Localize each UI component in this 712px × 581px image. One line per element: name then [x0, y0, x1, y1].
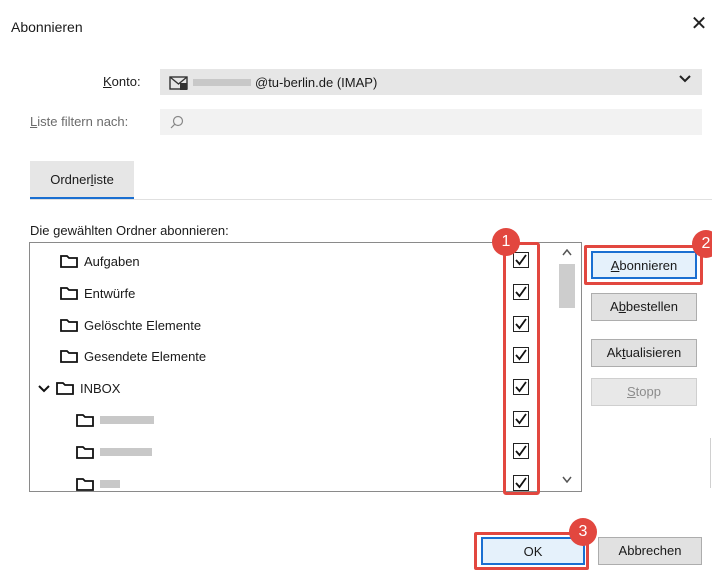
folder-icon [60, 286, 78, 300]
refresh-button[interactable]: Aktualisieren [591, 339, 697, 367]
tab-ordnerliste[interactable]: Ordnerliste [30, 161, 134, 199]
account-label: Konto: [103, 74, 141, 89]
folder-label: Entwürfe [84, 285, 136, 301]
filter-input[interactable] [160, 109, 702, 135]
list-item[interactable] [76, 437, 152, 467]
stop-button[interactable]: Stopp [591, 378, 697, 406]
folder-label: Gesendete Elemente [84, 348, 207, 364]
mail-account-icon [169, 75, 189, 94]
list-item[interactable]: Entwürfe [60, 278, 135, 308]
folder-list[interactable]: Aufgaben Entwürfe Gelöschte Elemente Ges… [29, 242, 582, 492]
folder-label: Aufgaben [84, 253, 140, 269]
folder-icon [76, 445, 94, 459]
filter-label: Liste filtern nach: [30, 114, 129, 129]
window-title: Abonnieren [11, 19, 83, 35]
folder-icon [56, 381, 74, 395]
search-icon [169, 114, 185, 133]
step-badge-3: 3 [569, 518, 597, 546]
folder-label: INBOX [80, 380, 121, 396]
list-header: Die gewählten Ordner abonnieren: [30, 223, 229, 238]
account-value: @tu-berlin.de (IMAP) [255, 75, 378, 90]
expand-chevron-icon[interactable] [38, 381, 52, 396]
redacted-folder-name [100, 448, 152, 456]
redacted-folder-name [100, 480, 120, 488]
tab-divider [30, 199, 712, 200]
scrollbar[interactable] [556, 243, 581, 491]
scrollbar-thumb[interactable] [559, 264, 575, 308]
close-icon[interactable]: ✕ [688, 13, 710, 35]
folder-icon [60, 349, 78, 363]
checkbox-highlight [503, 242, 540, 495]
list-item[interactable] [76, 469, 120, 491]
list-item[interactable]: INBOX [38, 373, 120, 403]
chevron-down-icon[interactable] [679, 74, 691, 86]
cancel-button[interactable]: Abbrechen [598, 537, 702, 565]
list-item[interactable]: Gelöschte Elemente [60, 310, 201, 340]
list-item[interactable] [76, 405, 154, 435]
subscribe-highlight [584, 245, 703, 285]
chevron-up-icon[interactable] [559, 245, 575, 261]
folder-icon [76, 413, 94, 427]
folder-label: Gelöschte Elemente [84, 317, 202, 333]
chevron-down-icon[interactable] [559, 472, 575, 488]
folder-icon [60, 254, 78, 268]
divider [710, 438, 711, 488]
folder-icon [60, 318, 78, 332]
folder-icon [76, 477, 94, 491]
redacted-username [193, 79, 251, 86]
step-badge-1: 1 [492, 228, 520, 256]
step-badge-2: 2 [692, 230, 712, 258]
list-item[interactable]: Gesendete Elemente [60, 341, 206, 371]
account-dropdown[interactable]: @tu-berlin.de (IMAP) [160, 69, 702, 95]
unsubscribe-button[interactable]: Abbestellen [591, 293, 697, 321]
redacted-folder-name [100, 416, 154, 424]
list-item[interactable]: Aufgaben [60, 246, 140, 276]
